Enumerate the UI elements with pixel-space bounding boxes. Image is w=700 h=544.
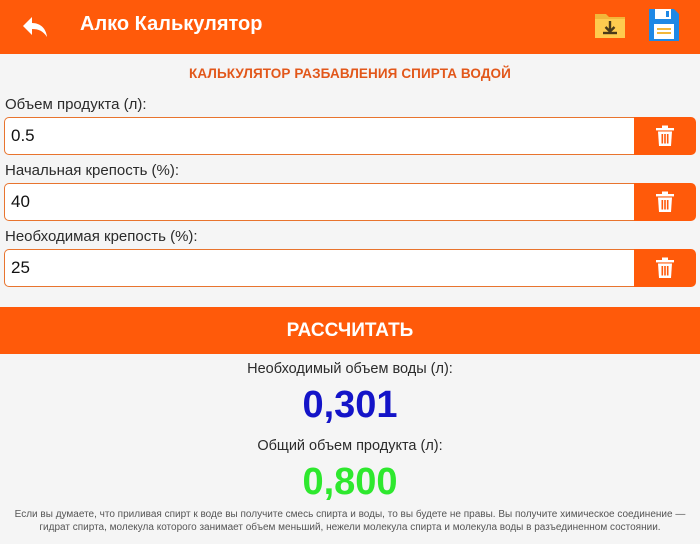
- total-volume-label: Общий объем продукта (л):: [257, 438, 443, 454]
- calculate-button[interactable]: РАССЧИТАТЬ: [0, 307, 700, 354]
- target-strength-row: [4, 249, 696, 287]
- folder-download-icon: [595, 14, 625, 38]
- save-button[interactable]: [646, 6, 682, 42]
- target-strength-label: Необходимая крепость (%):: [5, 228, 198, 245]
- floppy-save-icon: [649, 9, 679, 41]
- water-volume-value: 0,301: [302, 384, 398, 426]
- app-title: Алко Калькулятор: [80, 13, 263, 35]
- clear-product-volume-button[interactable]: [634, 117, 696, 155]
- trash-icon: [656, 191, 674, 212]
- back-arrow-icon: [23, 17, 47, 37]
- back-button[interactable]: [18, 10, 52, 44]
- initial-strength-row: [4, 183, 696, 221]
- app-bar: Алко Калькулятор: [0, 0, 700, 54]
- initial-strength-input[interactable]: [4, 183, 634, 221]
- product-volume-input[interactable]: [4, 117, 634, 155]
- folder-download-button[interactable]: [592, 7, 628, 43]
- info-note: Если вы думаете, что приливая спирт к во…: [14, 509, 686, 533]
- product-volume-row: [4, 117, 696, 155]
- trash-icon: [656, 125, 674, 146]
- calculator-title: КАЛЬКУЛЯТОР РАЗБАВЛЕНИЯ СПИРТА ВОДОЙ: [189, 66, 511, 81]
- water-volume-label: Необходимый объем воды (л):: [247, 361, 453, 377]
- clear-target-strength-button[interactable]: [634, 249, 696, 287]
- clear-initial-strength-button[interactable]: [634, 183, 696, 221]
- trash-icon: [656, 257, 674, 278]
- total-volume-value: 0,800: [302, 461, 398, 503]
- product-volume-label: Объем продукта (л):: [5, 96, 147, 113]
- target-strength-input[interactable]: [4, 249, 634, 287]
- initial-strength-label: Начальная крепость (%):: [5, 162, 180, 179]
